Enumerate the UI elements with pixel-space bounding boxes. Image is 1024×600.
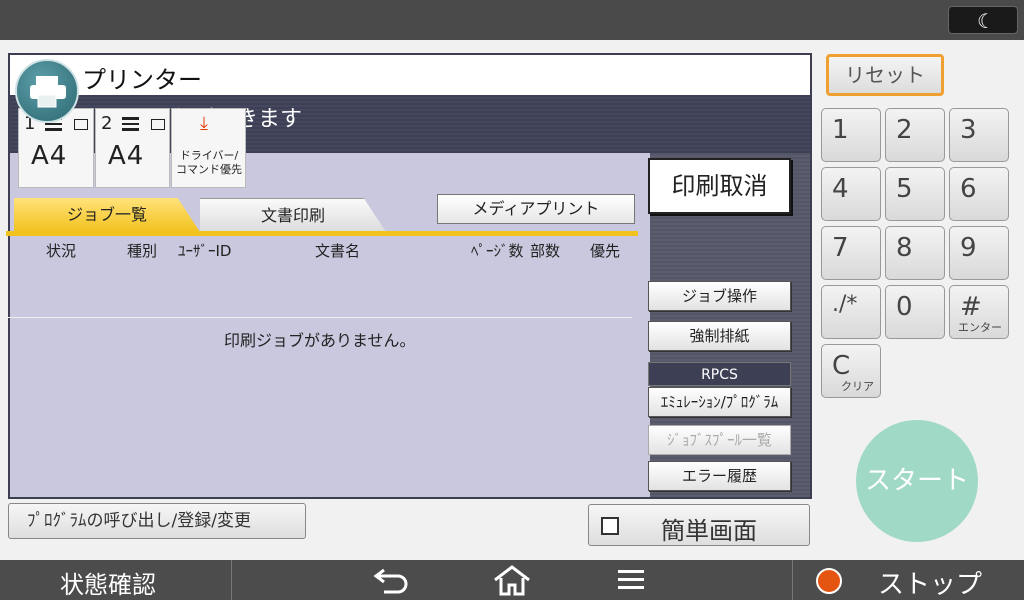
key-enter[interactable]: # エンター — [949, 285, 1009, 339]
key-sublabel: クリア — [841, 380, 874, 393]
key-6[interactable]: 6 — [949, 167, 1009, 221]
force-eject-button[interactable]: 強制排紙 — [648, 321, 791, 351]
key-clear[interactable]: C クリア — [821, 344, 881, 398]
rpcs-label: RPCS — [648, 362, 791, 386]
key-1[interactable]: 1 — [821, 108, 881, 162]
stop-button[interactable]: ストップ — [878, 564, 982, 600]
paper-orientation-icon — [74, 119, 88, 130]
bottom-bar: 状態確認 ストップ — [0, 560, 1024, 600]
column-type: 種別 — [127, 242, 158, 260]
empty-job-message: 印刷ジョブがありません。 — [224, 331, 416, 350]
key-label: C — [832, 351, 851, 381]
key-dot-star[interactable]: ./* — [821, 285, 881, 339]
job-operation-button[interactable]: ジョブ操作 — [648, 281, 791, 311]
driver-priority-indicator: ⤓ ドライバー/ コマンド優先 — [171, 108, 246, 188]
title-bar: プリンター — [10, 55, 810, 95]
tab-document-print[interactable]: 文書印刷 — [200, 198, 386, 232]
column-user-id: ﾕｰｻﾞｰID — [178, 242, 232, 260]
printer-icon — [15, 59, 79, 123]
key-label: 7 — [832, 233, 849, 263]
reset-button[interactable]: リセット — [826, 54, 944, 96]
simple-screen-button[interactable]: 簡単画面 — [588, 504, 810, 546]
key-label: 5 — [896, 174, 913, 204]
key-sublabel: エンター — [958, 321, 1002, 334]
key-label: 9 — [960, 233, 977, 263]
key-label: 6 — [960, 174, 977, 204]
key-label: 1 — [832, 115, 849, 145]
key-8[interactable]: 8 — [885, 226, 945, 280]
tray-2: 2 A4 — [95, 108, 170, 188]
driver-priority-line1: ドライバー/ — [179, 149, 239, 162]
key-9[interactable]: 9 — [949, 226, 1009, 280]
emulation-program-button[interactable]: ｴﾐｭﾚｰｼｮﾝ/ﾌﾟﾛｸﾞﾗﾑ — [648, 387, 791, 417]
error-history-button[interactable]: エラー履歴 — [648, 461, 791, 491]
start-button[interactable]: スタート — [856, 420, 978, 542]
key-label: 8 — [896, 233, 913, 263]
energy-saver-button[interactable]: ☾ — [948, 6, 1018, 34]
key-2[interactable]: 2 — [885, 108, 945, 162]
checkbox-icon — [601, 517, 619, 535]
simple-screen-label: 簡単画面 — [661, 517, 757, 545]
program-recall-button[interactable]: ﾌﾟﾛｸﾞﾗﾑの呼び出し/登録/変更 — [8, 503, 306, 539]
divider — [792, 560, 793, 600]
status-check-button[interactable]: 状態確認 — [60, 565, 156, 600]
key-label: # — [960, 292, 982, 322]
column-status: 状況 — [46, 242, 77, 260]
job-spool-list-button[interactable]: ｼﾞｮﾌﾞｽﾌﾟｰﾙ一覧 — [648, 425, 791, 455]
tray-paper-size: A4 — [108, 141, 145, 171]
key-0[interactable]: 0 — [885, 285, 945, 339]
media-print-button[interactable]: メディアプリント — [437, 194, 635, 224]
key-label: ./* — [832, 292, 858, 317]
menu-icon[interactable] — [616, 568, 646, 596]
key-label: 3 — [960, 115, 977, 145]
key-label: 0 — [896, 292, 913, 322]
key-3[interactable]: 3 — [949, 108, 1009, 162]
header-divider — [6, 317, 632, 318]
key-4[interactable]: 4 — [821, 167, 881, 221]
app-title: プリンター — [82, 66, 202, 94]
home-icon[interactable] — [492, 564, 532, 600]
back-arrow-icon[interactable] — [372, 564, 412, 600]
moon-icon: ☾ — [977, 9, 995, 33]
key-5[interactable]: 5 — [885, 167, 945, 221]
column-pages: ﾍﾟｰｼﾞ数 — [471, 242, 524, 260]
column-priority: 優先 — [590, 242, 621, 260]
top-bar: ☾ — [0, 0, 1024, 40]
column-copies: 部数 — [530, 242, 561, 260]
tray-number: 2 — [101, 113, 113, 134]
paper-stack-icon — [122, 117, 139, 131]
tab-underline — [6, 231, 638, 236]
tab-job-list[interactable]: ジョブ一覧 — [14, 198, 200, 232]
key-label: 4 — [832, 174, 849, 204]
stop-icon — [816, 568, 842, 594]
key-7[interactable]: 7 — [821, 226, 881, 280]
paper-orientation-icon — [151, 119, 165, 130]
driver-priority-line2: コマンド優先 — [176, 163, 242, 176]
download-icon: ⤓ — [200, 113, 208, 134]
divider — [231, 560, 232, 600]
key-label: 2 — [896, 115, 913, 145]
cancel-print-button[interactable]: 印刷取消 — [648, 158, 791, 214]
column-document-name: 文書名 — [315, 242, 361, 260]
tray-paper-size: A4 — [31, 141, 68, 171]
